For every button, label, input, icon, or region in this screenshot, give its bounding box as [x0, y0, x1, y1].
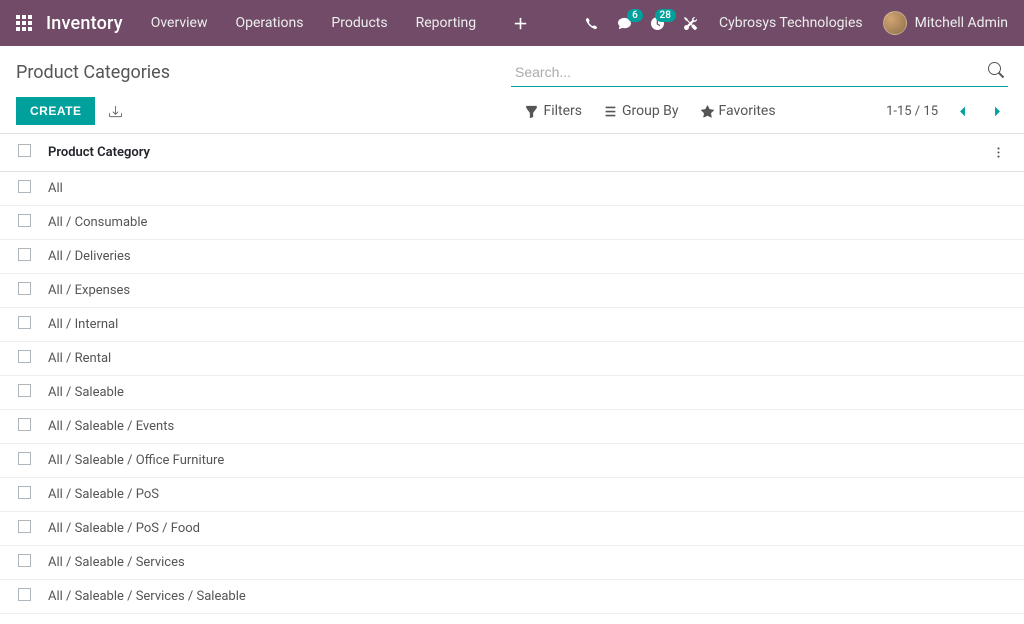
options-icon[interactable] — [992, 146, 1006, 159]
row-checkbox[interactable] — [18, 486, 31, 499]
table-row[interactable]: All / Saleable — [0, 376, 1024, 410]
chevron-left-icon — [956, 105, 969, 118]
activity-icon[interactable]: 28 — [651, 17, 664, 30]
table-row[interactable]: All / Saleable / Services / Saleable — [0, 580, 1024, 614]
category-name[interactable]: All / Internal — [40, 308, 984, 342]
categories-table: Product Category AllAll / ConsumableAll … — [0, 134, 1024, 622]
category-name[interactable]: All / Saleable / PoS — [40, 478, 984, 512]
category-name[interactable]: All / Expenses — [40, 274, 984, 308]
create-button[interactable]: CREATE — [16, 97, 95, 125]
user-name: Mitchell Admin — [915, 15, 1008, 31]
row-checkbox[interactable] — [18, 588, 31, 601]
select-all-checkbox[interactable] — [18, 144, 31, 157]
table-row[interactable]: All / Expenses — [0, 274, 1024, 308]
favorites-button[interactable]: Favorites — [701, 103, 776, 119]
star-icon — [701, 105, 714, 118]
pager-text[interactable]: 1-15 / 15 — [886, 104, 938, 119]
nav-overview[interactable]: Overview — [151, 15, 208, 31]
download-icon[interactable] — [109, 105, 122, 118]
row-checkbox[interactable] — [18, 214, 31, 227]
groupby-button[interactable]: Group By — [604, 103, 679, 119]
table-scroll[interactable]: Product Category AllAll / ConsumableAll … — [0, 134, 1024, 622]
favorites-label: Favorites — [719, 103, 776, 119]
row-checkbox[interactable] — [18, 452, 31, 465]
category-name[interactable]: All / Saleable / Services / Saleable — [40, 580, 984, 614]
table-row[interactable]: All / Saleable / Software — [0, 614, 1024, 623]
category-name[interactable]: All / Saleable / Software — [40, 614, 984, 623]
filters-label: Filters — [543, 103, 582, 119]
row-checkbox[interactable] — [18, 282, 31, 295]
company-selector[interactable]: Cybrosys Technologies — [719, 15, 863, 31]
control-panel: Product Categories CREATE Filters Group … — [0, 46, 1024, 134]
row-checkbox[interactable] — [18, 418, 31, 431]
nav-reporting[interactable]: Reporting — [416, 15, 477, 31]
category-name[interactable]: All / Saleable / Office Furniture — [40, 444, 984, 478]
category-name[interactable]: All / Consumable — [40, 206, 984, 240]
nav-products[interactable]: Products — [331, 15, 387, 31]
row-checkbox[interactable] — [18, 520, 31, 533]
list-icon — [604, 105, 617, 118]
search-input[interactable] — [511, 58, 1008, 87]
pager-next[interactable] — [987, 103, 1008, 120]
nav-operations[interactable]: Operations — [235, 15, 303, 31]
filters-button[interactable]: Filters — [525, 103, 582, 119]
funnel-icon — [525, 105, 538, 118]
table-row[interactable]: All / Saleable / Office Furniture — [0, 444, 1024, 478]
category-name[interactable]: All / Deliveries — [40, 240, 984, 274]
category-name[interactable]: All / Rental — [40, 342, 984, 376]
table-row[interactable]: All / Deliveries — [0, 240, 1024, 274]
tools-icon[interactable] — [684, 17, 697, 30]
row-checkbox[interactable] — [18, 316, 31, 329]
table-row[interactable]: All / Saleable / PoS — [0, 478, 1024, 512]
plus-icon[interactable] — [514, 17, 527, 30]
table-row[interactable]: All — [0, 172, 1024, 206]
table-row[interactable]: All / Saleable / Events — [0, 410, 1024, 444]
category-name[interactable]: All / Saleable / Services — [40, 546, 984, 580]
apps-icon[interactable] — [16, 15, 32, 31]
table-row[interactable]: All / Rental — [0, 342, 1024, 376]
phone-icon[interactable] — [585, 17, 598, 30]
table-row[interactable]: All / Consumable — [0, 206, 1024, 240]
row-checkbox[interactable] — [18, 554, 31, 567]
search-wrap — [511, 58, 1008, 87]
chevron-right-icon — [991, 105, 1004, 118]
row-checkbox[interactable] — [18, 180, 31, 193]
column-header-name[interactable]: Product Category — [40, 134, 984, 172]
search-icon[interactable] — [988, 62, 1004, 78]
page-title: Product Categories — [16, 62, 511, 83]
category-name[interactable]: All — [40, 172, 984, 206]
row-checkbox[interactable] — [18, 350, 31, 363]
category-name[interactable]: All / Saleable — [40, 376, 984, 410]
table-row[interactable]: All / Saleable / PoS / Food — [0, 512, 1024, 546]
row-checkbox[interactable] — [18, 384, 31, 397]
app-brand[interactable]: Inventory — [46, 13, 123, 34]
activity-badge: 28 — [655, 9, 676, 22]
messaging-badge: 6 — [627, 9, 643, 22]
table-row[interactable]: All / Internal — [0, 308, 1024, 342]
category-name[interactable]: All / Saleable / PoS / Food — [40, 512, 984, 546]
table-row[interactable]: All / Saleable / Services — [0, 546, 1024, 580]
user-menu[interactable]: Mitchell Admin — [883, 11, 1008, 35]
category-name[interactable]: All / Saleable / Events — [40, 410, 984, 444]
top-navbar: Inventory Overview Operations Products R… — [0, 0, 1024, 46]
pager-prev[interactable] — [952, 103, 973, 120]
row-checkbox[interactable] — [18, 248, 31, 261]
avatar — [883, 11, 907, 35]
groupby-label: Group By — [622, 103, 679, 119]
messaging-icon[interactable]: 6 — [618, 17, 631, 30]
